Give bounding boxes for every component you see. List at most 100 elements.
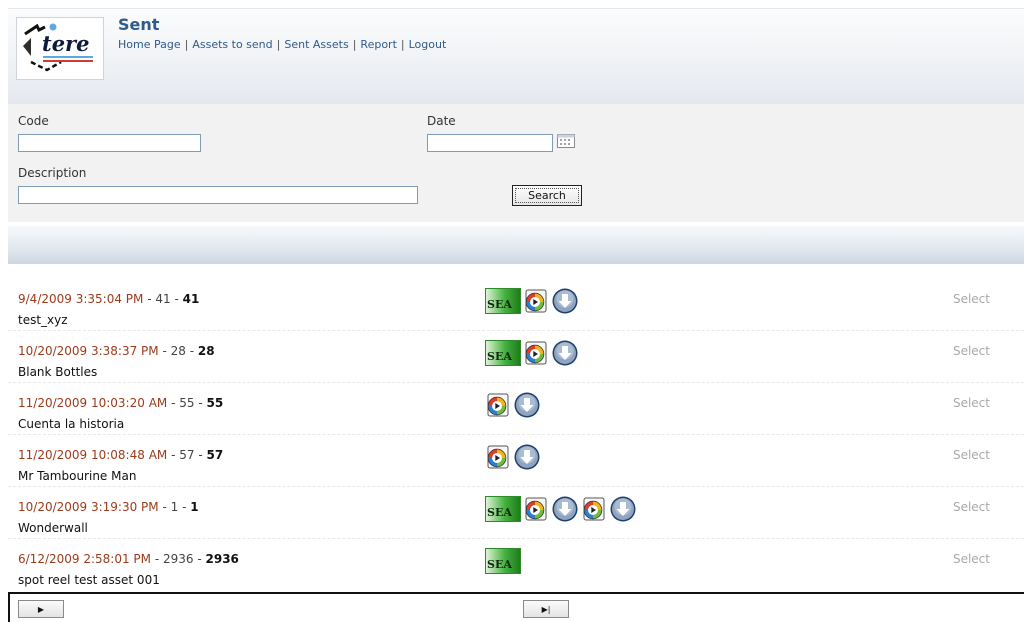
item-id: 55 xyxy=(179,396,195,410)
item-id-bold: 28 xyxy=(197,344,215,358)
item-date: 6/12/2009 2:58:01 PM xyxy=(18,552,152,566)
page-title: Sent xyxy=(118,15,160,34)
item-id-bold: 2936 xyxy=(205,552,239,566)
item-separator: - xyxy=(167,448,180,462)
select-link[interactable]: Select xyxy=(953,448,990,462)
item-separator: - xyxy=(178,500,191,514)
list-item: 9/4/2009 3:35:04 PM - 41 - 41 test_xyz SEA… xyxy=(8,279,1024,331)
sea-icon[interactable]: SEA xyxy=(485,548,521,574)
media-play-icon[interactable] xyxy=(485,392,511,418)
item-separator: - xyxy=(194,396,207,410)
list-item: 10/20/2009 3:19:30 PM - 1 - 1 Wonderwall S… xyxy=(8,487,1024,539)
results-header-bar xyxy=(8,226,1024,264)
top-nav: Home Page | Assets to send | Sent Assets | Rep… xyxy=(118,38,446,51)
sea-label: SEA xyxy=(487,506,512,519)
date-input[interactable] xyxy=(427,134,553,152)
select-link[interactable]: Select xyxy=(953,396,990,410)
description-input[interactable] xyxy=(18,186,418,204)
item-date: 9/4/2009 3:35:04 PM xyxy=(18,292,144,306)
sea-label: SEA xyxy=(487,298,512,311)
item-title: spot reel test asset 001 xyxy=(18,573,160,587)
logo-text: tere xyxy=(42,31,90,56)
sea-icon[interactable]: SEA xyxy=(485,496,521,522)
nav-separator: | xyxy=(400,38,405,51)
item-icons: SEA xyxy=(485,340,579,366)
item-separator: - xyxy=(170,292,183,306)
code-input[interactable] xyxy=(18,134,201,152)
item-date: 10/20/2009 3:38:37 PM xyxy=(18,344,159,358)
item-separator: - xyxy=(158,500,171,514)
next-page-button[interactable]: ▶ xyxy=(18,600,64,618)
sea-label: SEA xyxy=(487,558,512,571)
item-separator: - xyxy=(143,292,156,306)
nav-assets-to-send[interactable]: Assets to send xyxy=(192,38,272,51)
media-play-icon[interactable] xyxy=(581,496,607,522)
item-title: Wonderwall xyxy=(18,521,88,535)
pager: ▶ ▶| xyxy=(8,592,1024,622)
item-icons: SEA xyxy=(485,496,637,522)
item-icons: SEA xyxy=(485,288,579,314)
media-play-icon[interactable] xyxy=(523,496,549,522)
item-separator: - xyxy=(185,344,198,358)
select-link[interactable]: Select xyxy=(953,344,990,358)
sea-label: SEA xyxy=(487,350,512,363)
item-date: 10/20/2009 3:19:30 PM xyxy=(18,500,159,514)
item-separator: - xyxy=(158,344,171,358)
sent-assets-list: 9/4/2009 3:35:04 PM - 41 - 41 test_xyz SEA… xyxy=(8,279,1024,591)
item-separator: - xyxy=(193,552,206,566)
media-play-icon[interactable] xyxy=(485,444,511,470)
nav-separator: | xyxy=(276,38,281,51)
description-label: Description xyxy=(18,166,87,180)
item-title: Mr Tambourine Man xyxy=(18,469,137,483)
media-play-icon[interactable] xyxy=(523,340,549,366)
item-meta: 11/20/2009 10:08:48 AM - 57 - 57 xyxy=(18,448,223,462)
item-date: 11/20/2009 10:03:20 AM xyxy=(18,396,168,410)
download-icon[interactable] xyxy=(513,391,541,419)
item-meta: 11/20/2009 10:03:20 AM - 55 - 55 xyxy=(18,396,223,410)
item-title: Blank Bottles xyxy=(18,365,98,379)
nav-separator: | xyxy=(352,38,357,51)
last-page-button[interactable]: ▶| xyxy=(523,600,569,618)
nav-home-page[interactable]: Home Page xyxy=(118,38,181,51)
code-label: Code xyxy=(18,114,49,128)
calendar-icon[interactable] xyxy=(557,134,575,148)
item-icons: SEA xyxy=(485,548,521,574)
item-id-bold: 55 xyxy=(206,396,224,410)
item-title: test_xyz xyxy=(18,313,68,327)
item-meta: 10/20/2009 3:38:37 PM - 28 - 28 xyxy=(18,344,215,358)
download-icon[interactable] xyxy=(513,443,541,471)
download-icon[interactable] xyxy=(551,339,579,367)
media-play-icon[interactable] xyxy=(523,288,549,314)
logo-mark: tere xyxy=(23,23,93,72)
item-id: 57 xyxy=(179,448,195,462)
item-separator: - xyxy=(167,396,180,410)
page-header: tere Sent Home Page | Assets to send | Sent … xyxy=(8,8,1024,105)
tere-logo[interactable]: tere xyxy=(16,17,104,80)
item-id-bold: 1 xyxy=(190,500,199,514)
sea-icon[interactable]: SEA xyxy=(485,340,521,366)
list-item: 6/12/2009 2:58:01 PM - 2936 - 2936 spot r… xyxy=(8,539,1024,591)
item-meta: 9/4/2009 3:35:04 PM - 41 - 41 xyxy=(18,292,199,306)
nav-logout[interactable]: Logout xyxy=(409,38,447,51)
item-separator: - xyxy=(151,552,163,566)
list-item: 11/20/2009 10:03:20 AM - 55 - 55 Cuenta l… xyxy=(8,383,1024,435)
item-meta: 10/20/2009 3:19:30 PM - 1 - 1 xyxy=(18,500,199,514)
item-id: 2936 xyxy=(162,552,194,566)
search-panel: Code Date Description Search xyxy=(8,104,1024,222)
item-id-bold: 57 xyxy=(206,448,224,462)
nav-report[interactable]: Report xyxy=(360,38,396,51)
item-icons xyxy=(485,392,541,418)
download-icon[interactable] xyxy=(609,495,637,523)
nav-separator: | xyxy=(184,38,189,51)
select-link[interactable]: Select xyxy=(953,500,990,514)
select-link[interactable]: Select xyxy=(953,292,990,306)
sea-icon[interactable]: SEA xyxy=(485,288,521,314)
item-id: 28 xyxy=(170,344,186,358)
search-button[interactable]: Search xyxy=(512,185,582,206)
item-title: Cuenta la historia xyxy=(18,417,125,431)
select-link[interactable]: Select xyxy=(953,552,990,566)
download-icon[interactable] xyxy=(551,287,579,315)
download-icon[interactable] xyxy=(551,495,579,523)
item-id: 41 xyxy=(155,292,171,306)
nav-sent-assets[interactable]: Sent Assets xyxy=(284,38,348,51)
